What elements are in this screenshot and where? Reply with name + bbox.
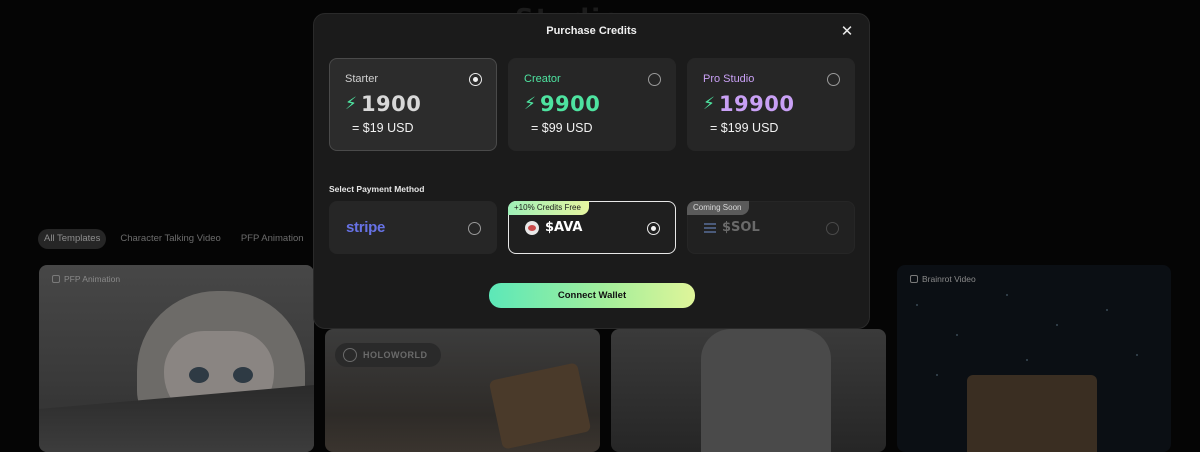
plan-amount: ⚡ 1900 bbox=[345, 92, 421, 116]
tag-icon bbox=[910, 275, 918, 283]
plan-creator[interactable]: Creator ⚡ 9900 = $99 USD bbox=[508, 58, 676, 151]
plan-credits: 19900 bbox=[718, 92, 795, 116]
promo-badge: +10% Credits Free bbox=[508, 201, 589, 215]
plan-name: Pro Studio bbox=[703, 73, 755, 85]
payment-method-ava[interactable]: +10% Credits Free $AVA bbox=[508, 201, 676, 254]
lightning-icon: ⚡ bbox=[703, 94, 715, 114]
modal-title: Purchase Credits bbox=[546, 25, 637, 37]
plan-price: = $99 USD bbox=[531, 121, 593, 135]
filter-character-talking-video[interactable]: Character Talking Video bbox=[114, 229, 227, 249]
plan-credits: 1900 bbox=[360, 92, 422, 116]
character-eye-right bbox=[233, 367, 253, 383]
payment-radio[interactable] bbox=[468, 222, 481, 235]
payment-radio[interactable] bbox=[647, 222, 660, 235]
template-card-pfp-animation[interactable]: PFP Animation bbox=[39, 265, 314, 452]
card-tag-label: PFP Animation bbox=[64, 274, 121, 284]
block-structure-image bbox=[967, 375, 1097, 452]
card-tag: Brainrot Video bbox=[905, 272, 981, 286]
plan-starter[interactable]: Starter ⚡ 1900 = $19 USD bbox=[329, 58, 497, 151]
card-tag: PFP Animation bbox=[47, 272, 125, 286]
plan-credits: 9900 bbox=[539, 92, 601, 116]
filter-pfp-animation[interactable]: PFP Animation bbox=[235, 229, 310, 249]
page: Studio All Templates Character Talking V… bbox=[0, 0, 1200, 452]
credit-plans: Starter ⚡ 1900 = $19 USD Creator ⚡ 9900 … bbox=[329, 58, 855, 151]
tag-icon bbox=[52, 275, 60, 283]
plan-price: = $19 USD bbox=[352, 121, 414, 135]
holoworld-logo-text: HOLOWORLD bbox=[363, 350, 428, 360]
connect-wallet-button[interactable]: Connect Wallet bbox=[489, 283, 695, 308]
card-tag-label: Brainrot Video bbox=[922, 274, 976, 284]
holoworld-logo: HOLOWORLD bbox=[335, 343, 441, 367]
telescope-image bbox=[488, 362, 592, 450]
astronaut-suit-image bbox=[701, 329, 831, 452]
plan-name: Creator bbox=[524, 73, 561, 85]
stripe-logo: stripe bbox=[346, 219, 386, 236]
lightning-icon: ⚡ bbox=[524, 94, 536, 114]
payment-method-sol: Coming Soon $SOL bbox=[687, 201, 855, 254]
solana-icon bbox=[704, 222, 716, 233]
plan-price: = $199 USD bbox=[710, 121, 779, 135]
plan-amount: ⚡ 19900 bbox=[703, 92, 795, 116]
payment-radio bbox=[826, 222, 839, 235]
ava-label: $AVA bbox=[545, 220, 583, 235]
plan-name: Starter bbox=[345, 73, 379, 85]
plan-radio[interactable] bbox=[469, 73, 482, 86]
close-icon[interactable]: ✕ bbox=[839, 24, 855, 40]
ava-coin: $AVA bbox=[525, 220, 582, 235]
filter-all-templates[interactable]: All Templates bbox=[38, 229, 107, 249]
payment-method-stripe[interactable]: stripe bbox=[329, 201, 497, 254]
character-eye-left bbox=[189, 367, 209, 383]
lightning-icon: ⚡ bbox=[345, 94, 357, 114]
template-card-astronaut[interactable] bbox=[611, 329, 886, 452]
holoworld-mark-icon bbox=[343, 348, 357, 362]
sol-coin: $SOL bbox=[704, 220, 760, 235]
payment-method-label: Select Payment Method bbox=[329, 184, 425, 194]
template-filters: All Templates Character Talking Video PF… bbox=[38, 229, 310, 249]
sol-label: $SOL bbox=[722, 220, 760, 235]
plan-pro-studio[interactable]: Pro Studio ⚡ 19900 = $199 USD bbox=[687, 58, 855, 151]
coming-soon-badge: Coming Soon bbox=[687, 201, 750, 215]
template-card-brainrot-video[interactable]: Brainrot Video bbox=[897, 265, 1171, 452]
plan-radio[interactable] bbox=[648, 73, 661, 86]
plan-radio[interactable] bbox=[827, 73, 840, 86]
payment-methods: stripe +10% Credits Free $AVA Coming Soo… bbox=[329, 201, 855, 254]
plan-amount: ⚡ 9900 bbox=[524, 92, 600, 116]
purchase-credits-modal: Purchase Credits ✕ Starter ⚡ 1900 = $19 … bbox=[313, 13, 870, 329]
ava-token-icon bbox=[525, 220, 539, 235]
template-card-holoworld[interactable]: HOLOWORLD bbox=[325, 329, 600, 452]
